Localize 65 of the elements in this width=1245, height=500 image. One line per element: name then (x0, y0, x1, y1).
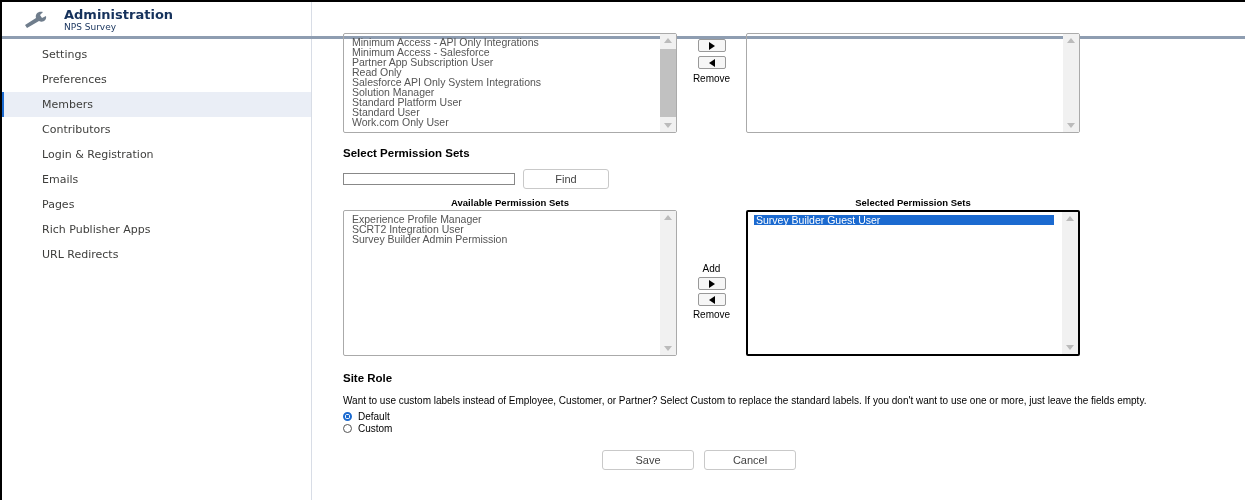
scroll-down-icon (664, 346, 672, 351)
left-triangle-icon (707, 58, 716, 67)
remove-arrow-button[interactable] (697, 56, 726, 69)
list-option[interactable]: SCRT2 Integration User (352, 224, 652, 234)
add-label: Add (702, 263, 721, 274)
scroll-up-icon (1067, 38, 1075, 43)
list-option[interactable]: Salesforce API Only System Integrations (352, 77, 652, 87)
add-arrow-button[interactable] (697, 39, 726, 52)
scroll-up-icon (1066, 216, 1074, 221)
list-box[interactable] (343, 33, 677, 133)
left-triangle-icon (707, 295, 716, 304)
list-option[interactable]: Survey Builder Guest User (754, 215, 1054, 225)
action-button[interactable]: Save (602, 450, 694, 470)
radio-button[interactable] (343, 411, 352, 421)
scroll-up-icon (664, 38, 672, 43)
scroll-down-icon (664, 123, 672, 128)
sidebar-item[interactable]: URL Redirects (2, 242, 311, 267)
scroll-thumb[interactable] (660, 49, 676, 117)
list-option[interactable]: Work.com Only User (352, 117, 652, 127)
list-option[interactable]: Survey Builder Admin Permission (352, 234, 652, 244)
list-option[interactable]: Minimum Access - Salesforce (352, 47, 652, 57)
radio-label: Default (358, 410, 390, 422)
scrollbar[interactable] (660, 34, 676, 132)
list-option[interactable]: Experience Profile Manager (352, 214, 652, 224)
list-option[interactable]: Solution Manager (352, 87, 652, 97)
description: Want to use custom labels instead of Employee, Customer, or Partner? Select Custom to replace the standard labels. If you don't want to use one or more, just leave the fields empty. (343, 396, 1148, 406)
list-box[interactable] (746, 33, 1080, 133)
scroll-up-icon (664, 215, 672, 220)
list-option[interactable]: Read Only (352, 67, 652, 77)
sidebar-item[interactable]: Contributors (2, 117, 311, 142)
sidebar-item[interactable]: Settings (2, 42, 311, 67)
remove-label: Remove (692, 73, 731, 84)
add-arrow-button[interactable] (697, 277, 726, 290)
list-option[interactable]: Partner App Subscription User (352, 57, 652, 67)
header-title: Administration (64, 6, 174, 22)
scroll-down-icon (1066, 345, 1074, 350)
wrench-icon (24, 10, 48, 28)
radio-label: Custom (358, 422, 393, 434)
header-subtitle: NPS Survey (64, 21, 118, 32)
action-button[interactable]: Cancel (704, 450, 796, 470)
sidebar-item[interactable]: Members (2, 92, 311, 117)
scroll-down-icon (1067, 123, 1075, 128)
section-title: Site Role (343, 372, 394, 384)
sidebar-item[interactable]: Pages (2, 192, 311, 217)
list-title: Available Permission Sets (451, 197, 569, 208)
scrollbar[interactable] (1063, 34, 1079, 132)
list-title: Selected Permission Sets (855, 197, 971, 208)
list-box[interactable]: Survey Builder Guest User (746, 210, 1080, 356)
section-title: Select Permission Sets (343, 147, 471, 159)
sidebar-item[interactable]: Login & Registration (2, 142, 311, 167)
sidebar-item[interactable]: Preferences (2, 67, 311, 92)
remove-arrow-button[interactable] (697, 293, 726, 306)
list-option[interactable]: Standard User (352, 107, 652, 117)
right-triangle-icon (707, 279, 716, 288)
sidebar-item[interactable]: Rich Publisher Apps (2, 217, 311, 242)
sidebar-item[interactable]: Emails (2, 167, 311, 192)
search-field[interactable] (343, 173, 515, 185)
list-box[interactable]: Experience Profile Manager SCRT2 Integration User Survey Builder Admin Permission (343, 210, 677, 356)
scrollbar[interactable] (1062, 212, 1078, 354)
list-option[interactable]: Standard Platform User (352, 97, 652, 107)
scrollbar[interactable] (660, 211, 676, 355)
right-triangle-icon (707, 41, 716, 50)
list-option[interactable]: Minimum Access - API Only Integrations (352, 37, 652, 47)
remove-label: Remove (692, 309, 731, 320)
find-button[interactable]: Find (523, 169, 609, 189)
